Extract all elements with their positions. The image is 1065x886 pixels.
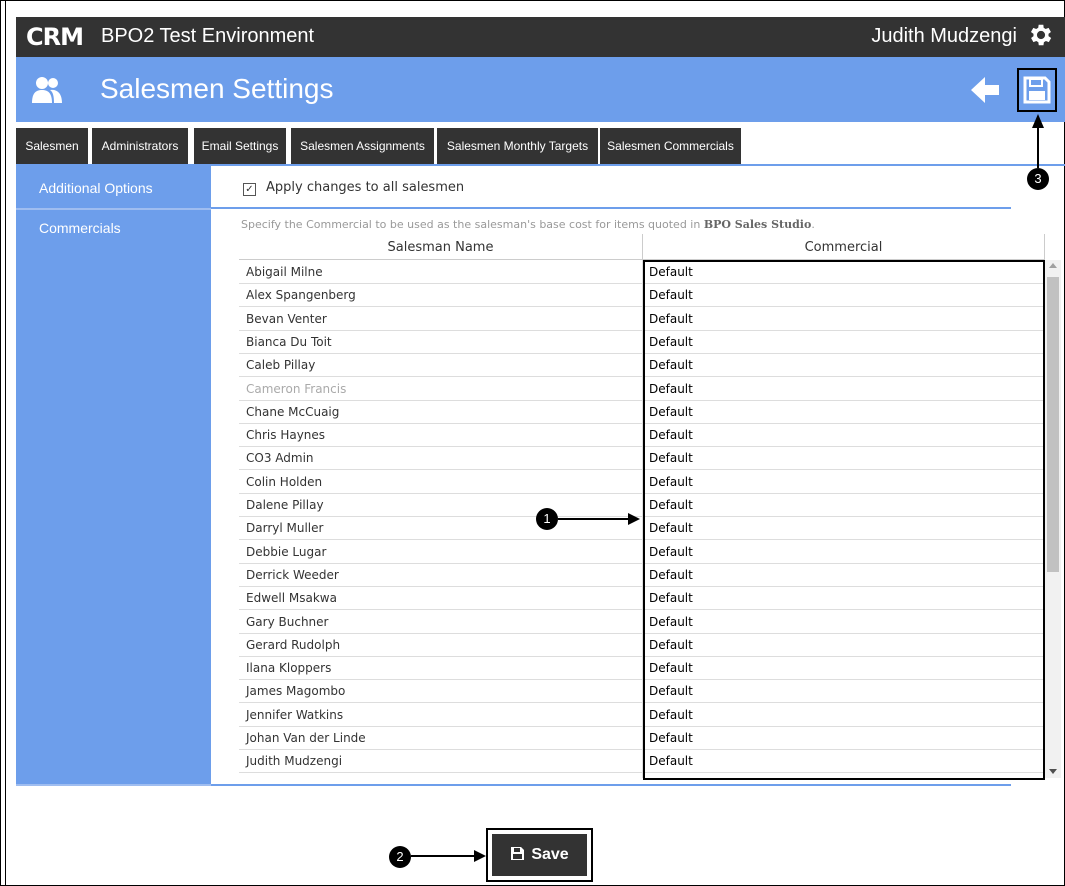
tab-salesmen-assignments[interactable]: Salesmen Assignments — [291, 128, 434, 164]
salesman-name-cell: Colin Holden — [246, 475, 323, 489]
crm-logo: CRM — [26, 23, 84, 51]
save-button-label: Save — [531, 846, 569, 863]
sidebar-bottom-divider — [16, 784, 211, 786]
tab-administrators[interactable]: Administrators — [92, 128, 188, 164]
apply-all-option[interactable]: ✓ Apply changes to all salesmen — [243, 180, 464, 196]
tab-salesmen[interactable]: Salesmen — [16, 128, 88, 164]
salesman-name-cell: Bianca Du Toit — [246, 335, 332, 349]
users-icon — [32, 77, 62, 103]
description-emphasis: BPO Sales Studio — [703, 218, 812, 231]
gear-icon[interactable] — [1027, 21, 1055, 49]
sidebar: Additional Options Commercials — [16, 166, 211, 786]
header-divider-right — [1044, 234, 1045, 260]
salesman-name-cell: Edwell Msakwa — [246, 591, 337, 605]
callout-3-arrow-line — [1037, 126, 1039, 168]
callout-badge-2: 2 — [389, 846, 411, 868]
sidebar-item-additional-options[interactable]: Additional Options — [16, 168, 211, 208]
top-bar: CRM BPO2 Test Environment Judith Mudzeng… — [16, 17, 1065, 57]
tab-salesmen-commercials[interactable]: Salesmen Commercials — [600, 128, 741, 164]
salesman-name-cell: Jennifer Watkins — [246, 708, 344, 722]
description: Specify the Commercial to be used as the… — [241, 218, 815, 231]
callout-2-arrow-line — [411, 855, 477, 857]
apply-all-label: Apply changes to all salesmen — [266, 180, 465, 195]
scroll-up-arrow-icon[interactable] — [1049, 263, 1057, 268]
header-divider — [642, 234, 643, 260]
user-name[interactable]: Judith Mudzengi — [871, 25, 1017, 48]
salesman-name-cell: Debbie Lugar — [246, 545, 327, 559]
arrow-right-icon — [474, 850, 486, 862]
salesman-name-cell: Cameron Francis — [246, 382, 347, 396]
floppy-disk-icon — [511, 847, 525, 860]
arrow-right-icon — [628, 513, 640, 525]
frame-divider-left — [5, 0, 6, 886]
floppy-disk-icon[interactable] — [1023, 76, 1051, 104]
apply-all-checkbox[interactable]: ✓ — [243, 183, 256, 196]
scrollbar-thumb[interactable] — [1047, 277, 1059, 572]
page-title: Salesmen Settings — [100, 73, 334, 104]
header-save-highlight — [1017, 68, 1057, 112]
salesman-name-cell: Darryl Muller — [246, 521, 324, 535]
sidebar-item-commercials[interactable]: Commercials — [16, 208, 211, 248]
callout-badge-1: 1 — [536, 508, 558, 530]
salesman-name-cell: Dalene Pillay — [246, 498, 324, 512]
callout-badge-3: 3 — [1027, 168, 1049, 190]
column-header-salesman-name[interactable]: Salesman Name — [239, 240, 642, 255]
save-button[interactable]: Save — [492, 834, 587, 876]
salesman-name-cell: Chane McCuaig — [246, 405, 340, 419]
page-header: Salesmen Settings — [16, 57, 1065, 122]
table-scrollbar[interactable] — [1045, 260, 1061, 778]
salesman-name-cell: Johan Van der Linde — [246, 731, 366, 745]
salesman-name-cell: Chris Haynes — [246, 428, 326, 442]
salesman-name-cell: Caleb Pillay — [246, 358, 316, 372]
scroll-down-arrow-icon[interactable] — [1049, 769, 1057, 774]
salesman-name-cell: Judith Mudzengi — [246, 754, 343, 768]
tab-salesmen-monthly-targets[interactable]: Salesmen Monthly Targets — [437, 128, 598, 164]
salesman-name-cell: Abigail Milne — [246, 265, 323, 279]
save-button-highlight: Save — [486, 828, 593, 882]
salesman-name-cell: CO3 Admin — [246, 451, 314, 465]
apply-divider — [211, 207, 1011, 209]
commercial-column-highlight — [643, 260, 1045, 780]
tab-email-settings[interactable]: Email Settings — [194, 128, 286, 164]
salesman-name-cell: Gerard Rudolph — [246, 638, 341, 652]
salesman-name-cell: Gary Buchner — [246, 615, 329, 629]
content-bottom-divider — [211, 784, 1011, 786]
salesman-name-cell: Bevan Venter — [246, 312, 327, 326]
callout-1-arrow-line — [558, 518, 630, 520]
column-header-commercial[interactable]: Commercial — [643, 240, 1044, 255]
salesman-name-cell: Derrick Weeder — [246, 568, 339, 582]
salesman-name-cell: Alex Spangenberg — [246, 288, 356, 302]
salesman-name-cell: Ilana Kloppers — [246, 661, 332, 675]
salesman-name-cell: James Magombo — [246, 684, 346, 698]
arrow-left-icon[interactable] — [969, 75, 1001, 105]
environment-name: BPO2 Test Environment — [101, 25, 315, 47]
